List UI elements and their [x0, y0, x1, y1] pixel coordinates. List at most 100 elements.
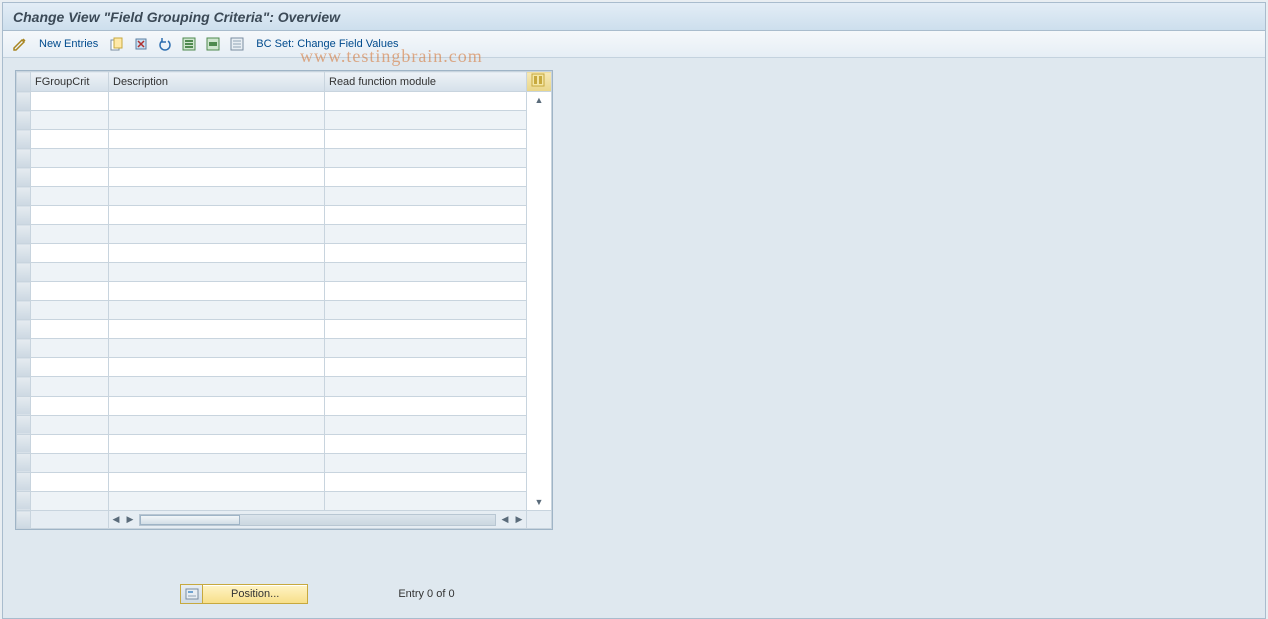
table-cell[interactable]	[325, 282, 527, 301]
table-settings-button[interactable]	[527, 72, 552, 92]
table-cell[interactable]	[109, 301, 325, 320]
scroll-down-icon[interactable]: ▼	[531, 495, 547, 509]
table-cell[interactable]	[31, 453, 109, 472]
table-cell[interactable]	[325, 149, 527, 168]
row-selector[interactable]	[17, 434, 31, 453]
table-cell[interactable]	[31, 244, 109, 263]
table-cell[interactable]	[109, 206, 325, 225]
row-selector[interactable]	[17, 396, 31, 415]
table-cell[interactable]	[109, 491, 325, 510]
table-cell[interactable]	[109, 377, 325, 396]
deselect-all-icon[interactable]	[228, 35, 246, 53]
row-selector[interactable]	[17, 244, 31, 263]
table-cell[interactable]	[31, 111, 109, 130]
table-cell[interactable]	[109, 415, 325, 434]
row-selector[interactable]	[17, 339, 31, 358]
table-cell[interactable]	[109, 472, 325, 491]
table-cell[interactable]	[31, 206, 109, 225]
row-selector[interactable]	[17, 491, 31, 510]
table-cell[interactable]	[325, 358, 527, 377]
table-cell[interactable]	[325, 244, 527, 263]
table-cell[interactable]	[325, 396, 527, 415]
hscroll-thumb[interactable]	[140, 515, 240, 525]
scroll-right-icon[interactable]: ▶	[512, 513, 526, 527]
table-cell[interactable]	[325, 92, 527, 111]
table-cell[interactable]	[31, 282, 109, 301]
row-selector[interactable]	[17, 415, 31, 434]
table-cell[interactable]	[325, 111, 527, 130]
table-cell[interactable]	[109, 187, 325, 206]
table-cell[interactable]	[325, 206, 527, 225]
table-cell[interactable]	[325, 320, 527, 339]
row-selector[interactable]	[17, 301, 31, 320]
table-cell[interactable]	[109, 396, 325, 415]
table-cell[interactable]	[109, 453, 325, 472]
table-cell[interactable]	[109, 130, 325, 149]
select-block-icon[interactable]	[204, 35, 222, 53]
table-cell[interactable]	[109, 358, 325, 377]
table-cell[interactable]	[31, 263, 109, 282]
table-cell[interactable]	[109, 282, 325, 301]
table-cell[interactable]	[109, 434, 325, 453]
table-cell[interactable]	[325, 225, 527, 244]
row-selector[interactable]	[17, 168, 31, 187]
table-cell[interactable]	[31, 187, 109, 206]
table-cell[interactable]	[325, 187, 527, 206]
table-cell[interactable]	[31, 396, 109, 415]
table-cell[interactable]	[325, 301, 527, 320]
row-selector[interactable]	[17, 130, 31, 149]
table-cell[interactable]	[31, 149, 109, 168]
table-cell[interactable]	[109, 320, 325, 339]
column-header-fgroupcrit[interactable]: FGroupCrit	[31, 72, 109, 92]
table-cell[interactable]	[325, 130, 527, 149]
table-cell[interactable]	[31, 358, 109, 377]
horizontal-scrollbar[interactable]: ◀ ▶ ◀ ▶	[109, 512, 526, 528]
scroll-left-icon[interactable]: ◀	[109, 513, 123, 527]
row-selector[interactable]	[17, 225, 31, 244]
table-cell[interactable]	[325, 434, 527, 453]
table-cell[interactable]	[31, 472, 109, 491]
row-selector[interactable]	[17, 263, 31, 282]
table-cell[interactable]	[109, 149, 325, 168]
table-cell[interactable]	[109, 92, 325, 111]
table-cell[interactable]	[109, 339, 325, 358]
row-selector[interactable]	[17, 282, 31, 301]
column-header-description[interactable]: Description	[109, 72, 325, 92]
row-selector[interactable]	[17, 320, 31, 339]
scroll-left-end-icon[interactable]: ◀	[498, 513, 512, 527]
row-selector[interactable]	[17, 111, 31, 130]
table-cell[interactable]	[31, 415, 109, 434]
table-cell[interactable]	[31, 377, 109, 396]
table-cell[interactable]	[325, 377, 527, 396]
table-cell[interactable]	[109, 111, 325, 130]
row-selector-header[interactable]	[17, 72, 31, 92]
table-cell[interactable]	[109, 225, 325, 244]
table-cell[interactable]	[325, 339, 527, 358]
bc-set-button[interactable]: BC Set: Change Field Values	[252, 36, 402, 52]
table-cell[interactable]	[325, 168, 527, 187]
table-cell[interactable]	[31, 434, 109, 453]
table-cell[interactable]	[31, 168, 109, 187]
select-all-icon[interactable]	[180, 35, 198, 53]
table-cell[interactable]	[325, 263, 527, 282]
table-cell[interactable]	[109, 244, 325, 263]
toggle-display-change-icon[interactable]	[11, 35, 29, 53]
row-selector[interactable]	[17, 149, 31, 168]
table-cell[interactable]	[31, 225, 109, 244]
position-button[interactable]: Position...	[180, 584, 308, 604]
vertical-scrollbar[interactable]: ▲▼	[527, 92, 552, 511]
hscroll-track[interactable]	[139, 514, 496, 526]
row-selector[interactable]	[17, 453, 31, 472]
table-cell[interactable]	[31, 491, 109, 510]
row-selector[interactable]	[17, 187, 31, 206]
table-cell[interactable]	[325, 415, 527, 434]
copy-icon[interactable]	[108, 35, 126, 53]
table-cell[interactable]	[31, 92, 109, 111]
table-cell[interactable]	[109, 263, 325, 282]
table-cell[interactable]	[31, 320, 109, 339]
delete-icon[interactable]	[132, 35, 150, 53]
row-selector[interactable]	[17, 358, 31, 377]
table-cell[interactable]	[325, 491, 527, 510]
scroll-right-step-icon[interactable]: ▶	[123, 513, 137, 527]
row-selector[interactable]	[17, 206, 31, 225]
